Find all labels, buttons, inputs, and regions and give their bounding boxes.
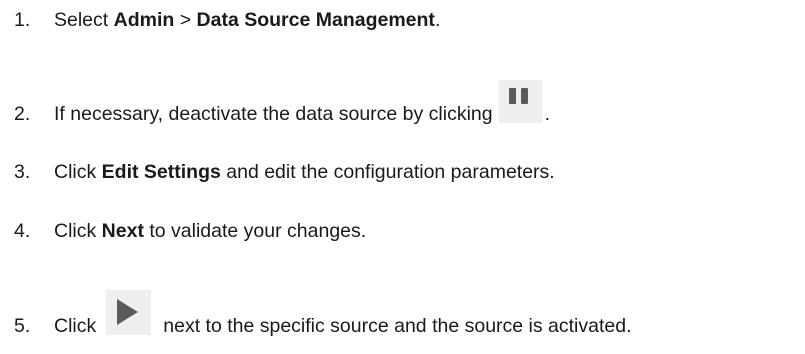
button-edit-settings: Edit Settings <box>101 160 221 183</box>
button-next: Next <box>101 219 144 242</box>
step-text: Click <box>54 160 102 183</box>
step-number: 1. <box>14 8 31 31</box>
step-text: > <box>174 8 197 31</box>
step-text: Select <box>54 8 114 31</box>
play-icon <box>106 289 152 335</box>
step-number: 4. <box>14 219 31 242</box>
step-5: 5. Click next to the specific source and… <box>14 289 632 341</box>
step-number: 2. <box>14 102 31 125</box>
step-text: Click <box>54 219 102 242</box>
step-number: 3. <box>14 160 31 183</box>
step-4: 4. Click Next to validate your changes. <box>14 216 366 246</box>
menu-admin: Admin <box>113 8 175 31</box>
step-text: to validate your changes. <box>143 219 367 242</box>
step-1: 1. Select Admin > Data Source Management… <box>14 5 440 35</box>
menu-data-source-management: Data Source Management <box>196 8 435 31</box>
step-text: Click <box>54 314 97 337</box>
step-text: . <box>434 8 441 31</box>
step-text: If necessary, deactivate the data source… <box>54 102 493 125</box>
step-text: and edit the configuration parameters. <box>220 160 555 183</box>
step-2: 2. If necessary, deactivate the data sou… <box>14 79 551 129</box>
step-text: . <box>544 102 551 125</box>
step-3: 3. Click Edit Settings and edit the conf… <box>14 157 555 187</box>
step-text: next to the specific source and the sour… <box>163 314 632 337</box>
pause-icon <box>498 79 542 123</box>
step-number: 5. <box>14 314 31 337</box>
